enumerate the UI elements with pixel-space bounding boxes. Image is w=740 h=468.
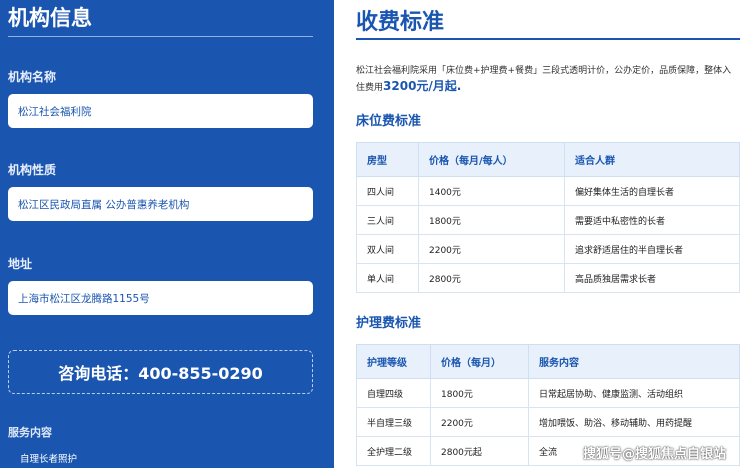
table-header-row: 房型 价格（每月/每人） 适合人群	[356, 142, 740, 177]
table-row: 单人间 2800元 高品质独居需求长者	[356, 263, 740, 293]
services-label: 服务内容	[8, 426, 52, 439]
table-cell: 2800元	[418, 263, 565, 293]
page-title: 收费标准	[356, 10, 445, 35]
consult-phone-button[interactable]: 咨询电话：400-855-0290	[8, 350, 313, 394]
field-label-nature: 机构性质	[8, 163, 57, 177]
table-cell: 半自理三级	[356, 407, 431, 437]
institution-info-panel: 机构信息 机构名称 松江社会福利院 机构性质 松江区民政局直属 公办普惠养老机构…	[0, 0, 334, 468]
table-header: 服务内容	[528, 344, 740, 379]
table-row: 四人间 1400元 偏好集体生活的自理长者	[356, 176, 740, 206]
table-cell: 单人间	[356, 263, 419, 293]
table-cell: 双人间	[356, 234, 419, 264]
table-row: 双人间 2200元 追求舒适居住的半自理长者	[356, 234, 740, 264]
table-row: 半自理三级 2200元 增加喂饭、助浴、移动辅助、用药提醒	[356, 407, 740, 437]
title-divider	[356, 38, 740, 40]
table-header: 适合人群	[564, 142, 740, 177]
panel-title: 机构信息	[8, 6, 92, 30]
table-cell: 四人间	[356, 176, 419, 206]
table-header: 价格（每月）	[430, 344, 529, 379]
table-header-row: 护理等级 价格（每月） 服务内容	[356, 344, 740, 379]
table-cell: 1800元	[418, 205, 565, 235]
table-cell: 高品质独居需求长者	[564, 263, 740, 293]
field-label-name: 机构名称	[8, 70, 57, 84]
table-cell: 2200元	[430, 407, 529, 437]
bed-fee-title: 床位费标准	[356, 114, 422, 129]
table-cell: 自理四级	[356, 378, 431, 408]
table-cell: 增加喂饭、助浴、移动辅助、用药提醒	[528, 407, 740, 437]
table-cell: 偏好集体生活的自理长者	[564, 176, 740, 206]
table-cell: 日常起居协助、健康监测、活动组织	[528, 378, 740, 408]
table-cell: 2800元起	[430, 436, 529, 466]
table-cell: 三人间	[356, 205, 419, 235]
institution-name-field: 松江社会福利院	[8, 94, 313, 128]
source-watermark: 搜狐号@搜狐焦点自银站	[582, 447, 726, 462]
panel-divider	[8, 36, 313, 37]
table-cell: 1800元	[430, 378, 529, 408]
table-cell: 追求舒适居住的半自理长者	[564, 234, 740, 264]
table-cell: 全护理二级	[356, 436, 431, 466]
service-item: 自理长者照护	[20, 454, 78, 465]
table-row: 三人间 1800元 需要适中私密性的长者	[356, 205, 740, 235]
table-cell: 2200元	[418, 234, 565, 264]
table-header: 房型	[356, 142, 419, 177]
table-row: 自理四级 1800元 日常起居协助、健康监测、活动组织	[356, 378, 740, 408]
address-field: 上海市松江区龙腾路1155号	[8, 281, 313, 315]
fee-standard-content: 收费标准 松江社会福利院采用「床位费+护理费+餐费」三段式透明计价，公办定价，品…	[334, 0, 740, 468]
intro-price: 3200元/月起.	[383, 79, 462, 93]
intro-paragraph: 松江社会福利院采用「床位费+护理费+餐费」三段式透明计价，公办定价，品质保障，整…	[356, 64, 740, 96]
bed-fee-table: 房型 价格（每月/每人） 适合人群 四人间 1400元 偏好集体生活的自理长者 …	[356, 142, 740, 293]
table-header: 价格（每月/每人）	[418, 142, 565, 177]
field-label-address: 地址	[8, 257, 33, 271]
table-header: 护理等级	[356, 344, 431, 379]
care-fee-title: 护理费标准	[356, 316, 422, 331]
table-cell: 需要适中私密性的长者	[564, 205, 740, 235]
table-cell: 1400元	[418, 176, 565, 206]
institution-nature-field: 松江区民政局直属 公办普惠养老机构	[8, 187, 313, 221]
